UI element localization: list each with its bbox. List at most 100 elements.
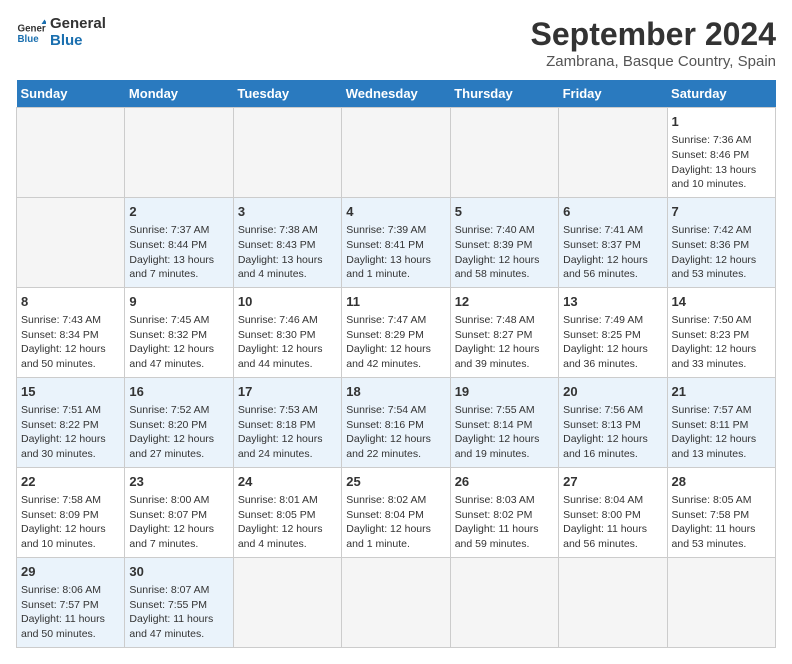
day-number: 25: [346, 473, 445, 491]
sunrise-text: Sunrise: 7:55 AM: [455, 403, 554, 418]
sunrise-text: Sunrise: 7:42 AM: [672, 223, 771, 238]
day-number: 13: [563, 293, 662, 311]
day-number: 19: [455, 383, 554, 401]
calendar-cell: 24 Sunrise: 8:01 AMSunset: 8:05 PMDayligh…: [233, 467, 341, 557]
calendar-table: SundayMondayTuesdayWednesdayThursdayFrid…: [16, 80, 776, 648]
calendar-cell: 13 Sunrise: 7:49 AMSunset: 8:25 PMDayligh…: [559, 287, 667, 377]
calendar-cell: 29Sunrise: 8:06 AMSunset: 7:57 PMDayligh…: [17, 557, 125, 647]
sunrise-text: Sunrise: 7:57 AM: [672, 403, 771, 418]
calendar-cell: 8Sunrise: 7:43 AMSunset: 8:34 PMDaylight…: [17, 287, 125, 377]
day-number: 26: [455, 473, 554, 491]
day-number: 1: [672, 113, 771, 131]
header-tuesday: Tuesday: [233, 80, 341, 108]
daylight-text: Daylight: 12 hours and 10 minutes.: [21, 522, 120, 551]
calendar-cell: 10Sunrise: 7:46 AMSunset: 8:30 PMDayligh…: [233, 287, 341, 377]
sunset-text: Sunset: 8:27 PM: [455, 328, 554, 343]
day-number: 12: [455, 293, 554, 311]
sunset-text: Sunset: 8:20 PM: [129, 418, 228, 433]
sunrise-text: Sunrise: 7:45 AM: [129, 313, 228, 328]
sunrise-text: Sunrise: 7:52 AM: [129, 403, 228, 418]
day-number: 22: [21, 473, 120, 491]
calendar-cell: 5Sunrise: 7:40 AMSunset: 8:39 PMDaylight…: [450, 197, 558, 287]
day-number: 23: [129, 473, 228, 491]
sunset-text: Sunset: 8:30 PM: [238, 328, 337, 343]
calendar-cell: 19Sunrise: 7:55 AMSunset: 8:14 PMDayligh…: [450, 377, 558, 467]
calendar-subtitle: Zambrana, Basque Country, Spain: [531, 53, 776, 70]
day-number: 15: [21, 383, 120, 401]
logo-general: General: [50, 16, 106, 33]
sunrise-text: Sunrise: 8:02 AM: [346, 493, 445, 508]
calendar-cell: 16Sunrise: 7:52 AMSunset: 8:20 PMDayligh…: [125, 377, 233, 467]
daylight-text: Daylight: 12 hours and 22 minutes.: [346, 432, 445, 461]
daylight-text: Daylight: 12 hours and 33 minutes.: [672, 342, 771, 371]
sunrise-text: Sunrise: 8:01 AM: [238, 493, 337, 508]
daylight-text: Daylight: 13 hours and 7 minutes.: [129, 253, 228, 282]
sunrise-text: Sunrise: 7:43 AM: [21, 313, 120, 328]
day-number: 3: [238, 203, 337, 221]
sunset-text: Sunset: 8:16 PM: [346, 418, 445, 433]
day-number: 14: [672, 293, 771, 311]
day-number: 2: [129, 203, 228, 221]
sunset-text: Sunset: 8:07 PM: [129, 508, 228, 523]
svg-text:General: General: [18, 23, 47, 34]
sunrise-text: Sunrise: 7:49 AM: [563, 313, 662, 328]
day-number: 30: [129, 563, 228, 581]
day-number: 9: [129, 293, 228, 311]
calendar-cell: [667, 557, 775, 647]
sunset-text: Sunset: 8:04 PM: [346, 508, 445, 523]
sunset-text: Sunset: 8:34 PM: [21, 328, 120, 343]
calendar-cell: [233, 108, 341, 198]
sunrise-text: Sunrise: 7:41 AM: [563, 223, 662, 238]
sunrise-text: Sunrise: 7:51 AM: [21, 403, 120, 418]
daylight-text: Daylight: 12 hours and 4 minutes.: [238, 522, 337, 551]
calendar-cell: 1Sunrise: 7:36 AMSunset: 8:46 PMDaylight…: [667, 108, 775, 198]
calendar-header: SundayMondayTuesdayWednesdayThursdayFrid…: [17, 80, 776, 108]
sunrise-text: Sunrise: 7:53 AM: [238, 403, 337, 418]
sunset-text: Sunset: 8:46 PM: [672, 148, 771, 163]
calendar-cell: 27Sunrise: 8:04 AMSunset: 8:00 PMDayligh…: [559, 467, 667, 557]
logo: General Blue General Blue: [16, 16, 106, 49]
daylight-text: Daylight: 11 hours and 53 minutes.: [672, 522, 771, 551]
sunrise-text: Sunrise: 8:03 AM: [455, 493, 554, 508]
page-header: General Blue General Blue September 2024…: [16, 16, 776, 70]
calendar-cell: 11Sunrise: 7:47 AMSunset: 8:29 PMDayligh…: [342, 287, 450, 377]
sunset-text: Sunset: 8:13 PM: [563, 418, 662, 433]
sunrise-text: Sunrise: 7:56 AM: [563, 403, 662, 418]
daylight-text: Daylight: 12 hours and 30 minutes.: [21, 432, 120, 461]
calendar-cell: 17Sunrise: 7:53 AMSunset: 8:18 PMDayligh…: [233, 377, 341, 467]
sunset-text: Sunset: 8:14 PM: [455, 418, 554, 433]
sunset-text: Sunset: 8:05 PM: [238, 508, 337, 523]
calendar-cell: [559, 108, 667, 198]
calendar-cell: 28Sunrise: 8:05 AMSunset: 7:58 PMDayligh…: [667, 467, 775, 557]
day-number: 4: [346, 203, 445, 221]
daylight-text: Daylight: 12 hours and 36 minutes.: [563, 342, 662, 371]
sunrise-text: Sunrise: 7:50 AM: [672, 313, 771, 328]
daylight-text: Daylight: 12 hours and 58 minutes.: [455, 253, 554, 282]
daylight-text: Daylight: 12 hours and 24 minutes.: [238, 432, 337, 461]
daylight-text: Daylight: 12 hours and 7 minutes.: [129, 522, 228, 551]
sunset-text: Sunset: 8:25 PM: [563, 328, 662, 343]
sunset-text: Sunset: 8:18 PM: [238, 418, 337, 433]
daylight-text: Daylight: 13 hours and 4 minutes.: [238, 253, 337, 282]
daylight-text: Daylight: 12 hours and 13 minutes.: [672, 432, 771, 461]
sunset-text: Sunset: 8:36 PM: [672, 238, 771, 253]
calendar-cell: 21Sunrise: 7:57 AMSunset: 8:11 PMDayligh…: [667, 377, 775, 467]
header-thursday: Thursday: [450, 80, 558, 108]
sunrise-text: Sunrise: 7:46 AM: [238, 313, 337, 328]
sunset-text: Sunset: 7:58 PM: [672, 508, 771, 523]
daylight-text: Daylight: 12 hours and 53 minutes.: [672, 253, 771, 282]
header-sunday: Sunday: [17, 80, 125, 108]
calendar-cell: 23 Sunrise: 8:00 AMSunset: 8:07 PMDayligh…: [125, 467, 233, 557]
day-number: 7: [672, 203, 771, 221]
day-number: 29: [21, 563, 120, 581]
calendar-cell: [17, 197, 125, 287]
day-number: 28: [672, 473, 771, 491]
day-number: 20: [563, 383, 662, 401]
sunrise-text: Sunrise: 8:00 AM: [129, 493, 228, 508]
calendar-cell: 18Sunrise: 7:54 AMSunset: 8:16 PMDayligh…: [342, 377, 450, 467]
svg-text:Blue: Blue: [18, 34, 40, 45]
day-number: 21: [672, 383, 771, 401]
day-number: 24: [238, 473, 337, 491]
day-number: 10: [238, 293, 337, 311]
calendar-cell: [342, 557, 450, 647]
